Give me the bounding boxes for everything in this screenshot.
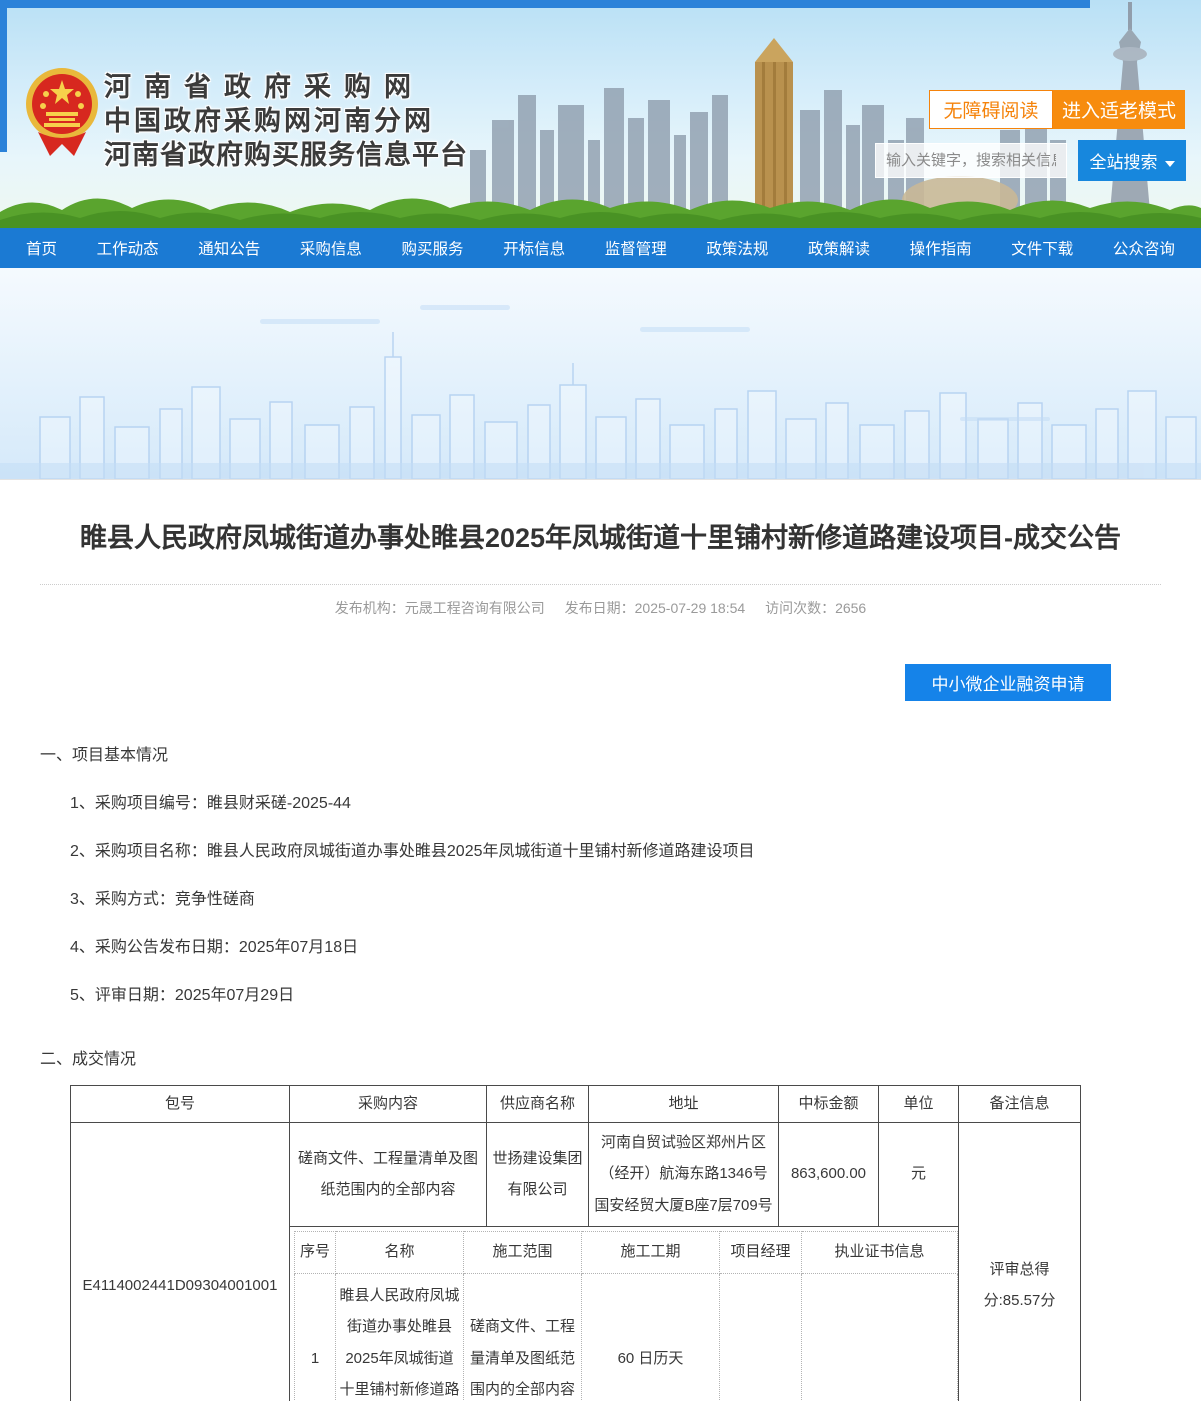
subtable-data-row: 1 睢县人民政府凤城街道办事处睢县2025年凤城街道十里铺村新修道路建设项目 磋… (295, 1273, 958, 1401)
search-button-label: 全站搜索 (1090, 153, 1158, 172)
nav-item-downloads[interactable]: 文件下载 (1011, 237, 1073, 259)
header-supplier: 供应商名称 (487, 1086, 589, 1123)
article-title: 睢县人民政府凤城街道办事处睢县2025年凤城街道十里铺村新修道路建设项目-成交公… (50, 520, 1151, 556)
sub-cell-scope: 磋商文件、工程量清单及图纸范围内的全部内容 (464, 1273, 582, 1401)
nav-item-policy-interpretation[interactable]: 政策解读 (808, 237, 870, 259)
site-title-line2: 中国政府采购网河南分网 (104, 104, 468, 138)
cell-content: 磋商文件、工程量清单及图纸范围内的全部内容 (290, 1122, 487, 1226)
page: 河南省政府采购网 中国政府采购网河南分网 河南省政府购买服务信息平台 无障碍阅读… (0, 0, 1201, 1401)
sub-cell-manager (720, 1273, 802, 1401)
national-emblem-icon (24, 64, 100, 156)
nav-item-policies[interactable]: 政策法规 (706, 237, 768, 259)
cell-unit: 元 (879, 1122, 959, 1226)
nav-item-public-consultation[interactable]: 公众咨询 (1113, 237, 1175, 259)
subtable-wrapper-cell: 序号 名称 施工范围 施工工期 项目经理 执业证书信息 1 睢县人民政府凤城街道… (290, 1226, 959, 1401)
nav-item-bid-opening[interactable]: 开标信息 (503, 237, 565, 259)
elder-mode-button[interactable]: 进入适老模式 (1053, 90, 1185, 129)
nav-item-notices[interactable]: 通知公告 (198, 237, 260, 259)
skyline-outline-illustration (0, 268, 1201, 479)
site-title-block: 河南省政府采购网 中国政府采购网河南分网 河南省政府购买服务信息平台 (104, 70, 468, 172)
section1-item-review-date: 5、评审日期：2025年07月29日 (40, 981, 1161, 1005)
sub-header-no: 序号 (295, 1231, 336, 1273)
search-input[interactable] (875, 143, 1067, 178)
sub-cell-period: 60 日历天 (582, 1273, 720, 1401)
site-header: 河南省政府采购网 中国政府采购网河南分网 河南省政府购买服务信息平台 无障碍阅读… (0, 0, 1201, 228)
sub-cell-cert (802, 1273, 958, 1401)
accessibility-reading-button[interactable]: 无障碍阅读 (929, 90, 1053, 129)
sub-header-manager: 项目经理 (720, 1231, 802, 1273)
deal-table-data-row: E4114002441D09304001001 磋商文件、工程量清单及图纸范围内… (71, 1122, 1081, 1226)
section1-item-project-no: 1、采购项目编号：睢县财采磋-2025-44 (40, 789, 1161, 813)
deal-table-header-row: 包号 采购内容 供应商名称 地址 中标金额 单位 备注信息 (71, 1086, 1081, 1123)
section1-heading: 一、项目基本情况 (40, 741, 1161, 765)
header-package-no: 包号 (71, 1086, 290, 1123)
subtable-header-row: 序号 名称 施工范围 施工工期 项目经理 执业证书信息 (295, 1231, 958, 1273)
main-nav: 首页 工作动态 通知公告 采购信息 购买服务 开标信息 监督管理 政策法规 政策… (0, 228, 1201, 268)
cell-address: 河南自贸试验区郑州片区（经开）航海东路1346号国安经贸大厦B座7层709号 (589, 1122, 779, 1226)
section1-item-project-name: 2、采购项目名称：睢县人民政府凤城街道办事处睢县2025年凤城街道十里铺村新修道… (40, 837, 1161, 861)
top-blue-strip (0, 0, 1090, 8)
section1-item-method: 3、采购方式：竞争性磋商 (40, 885, 1161, 909)
sub-header-scope: 施工范围 (464, 1231, 582, 1273)
header-address: 地址 (589, 1086, 779, 1123)
sub-header-name: 名称 (336, 1231, 464, 1273)
cell-supplier: 世扬建设集团有限公司 (487, 1122, 589, 1226)
section2-heading: 二、成交情况 (40, 1045, 1161, 1069)
header-content: 采购内容 (290, 1086, 487, 1123)
sub-cell-no: 1 (295, 1273, 336, 1401)
article-meta: 发布机构：元晟工程咨询有限公司 发布日期：2025-07-29 18:54 访问… (40, 584, 1161, 618)
deal-result-table: 包号 采购内容 供应商名称 地址 中标金额 单位 备注信息 E411400244… (70, 1085, 1081, 1401)
article-content: 睢县人民政府凤城街道办事处睢县2025年凤城街道十里铺村新修道路建设项目-成交公… (0, 520, 1201, 1401)
site-title-line3: 河南省政府购买服务信息平台 (104, 138, 468, 172)
header-unit: 单位 (879, 1086, 959, 1123)
nav-item-purchase-services[interactable]: 购买服务 (402, 237, 464, 259)
caret-down-icon (1165, 161, 1175, 167)
nav-item-home[interactable]: 首页 (26, 237, 57, 259)
site-search-button[interactable]: 全站搜索 (1078, 140, 1186, 181)
project-detail-table: 序号 名称 施工范围 施工工期 项目经理 执业证书信息 1 睢县人民政府凤城街道… (294, 1231, 958, 1401)
sme-financing-button[interactable]: 中小微企业融资申请 (905, 664, 1111, 701)
cell-remark: 评审总得分:85.57分 (959, 1122, 1081, 1401)
site-title-line1: 河南省政府采购网 (104, 70, 468, 104)
sub-header-cert: 执业证书信息 (802, 1231, 958, 1273)
header-amount: 中标金额 (779, 1086, 879, 1123)
cell-package-no: E4114002441D09304001001 (71, 1122, 290, 1401)
slogan-banner: 公开 公平 公正 诚信 (0, 268, 1201, 480)
nav-item-operation-guide[interactable]: 操作指南 (910, 237, 972, 259)
nav-item-work-news[interactable]: 工作动态 (97, 237, 159, 259)
section1-item-announce-date: 4、采购公告发布日期：2025年07月18日 (40, 933, 1161, 957)
sub-cell-name: 睢县人民政府凤城街道办事处睢县2025年凤城街道十里铺村新修道路建设项目 (336, 1273, 464, 1401)
left-blue-strip (0, 0, 7, 152)
meta-publisher: 发布机构：元晟工程咨询有限公司 (335, 600, 545, 616)
nav-item-procurement-info[interactable]: 采购信息 (300, 237, 362, 259)
header-remark: 备注信息 (959, 1086, 1081, 1123)
meta-publish-date: 发布日期：2025-07-29 18:54 (565, 600, 746, 616)
nav-item-supervision[interactable]: 监督管理 (605, 237, 667, 259)
meta-visits: 访问次数：2656 (765, 600, 866, 616)
sub-header-period: 施工工期 (582, 1231, 720, 1273)
cell-amount: 863,600.00 (779, 1122, 879, 1226)
